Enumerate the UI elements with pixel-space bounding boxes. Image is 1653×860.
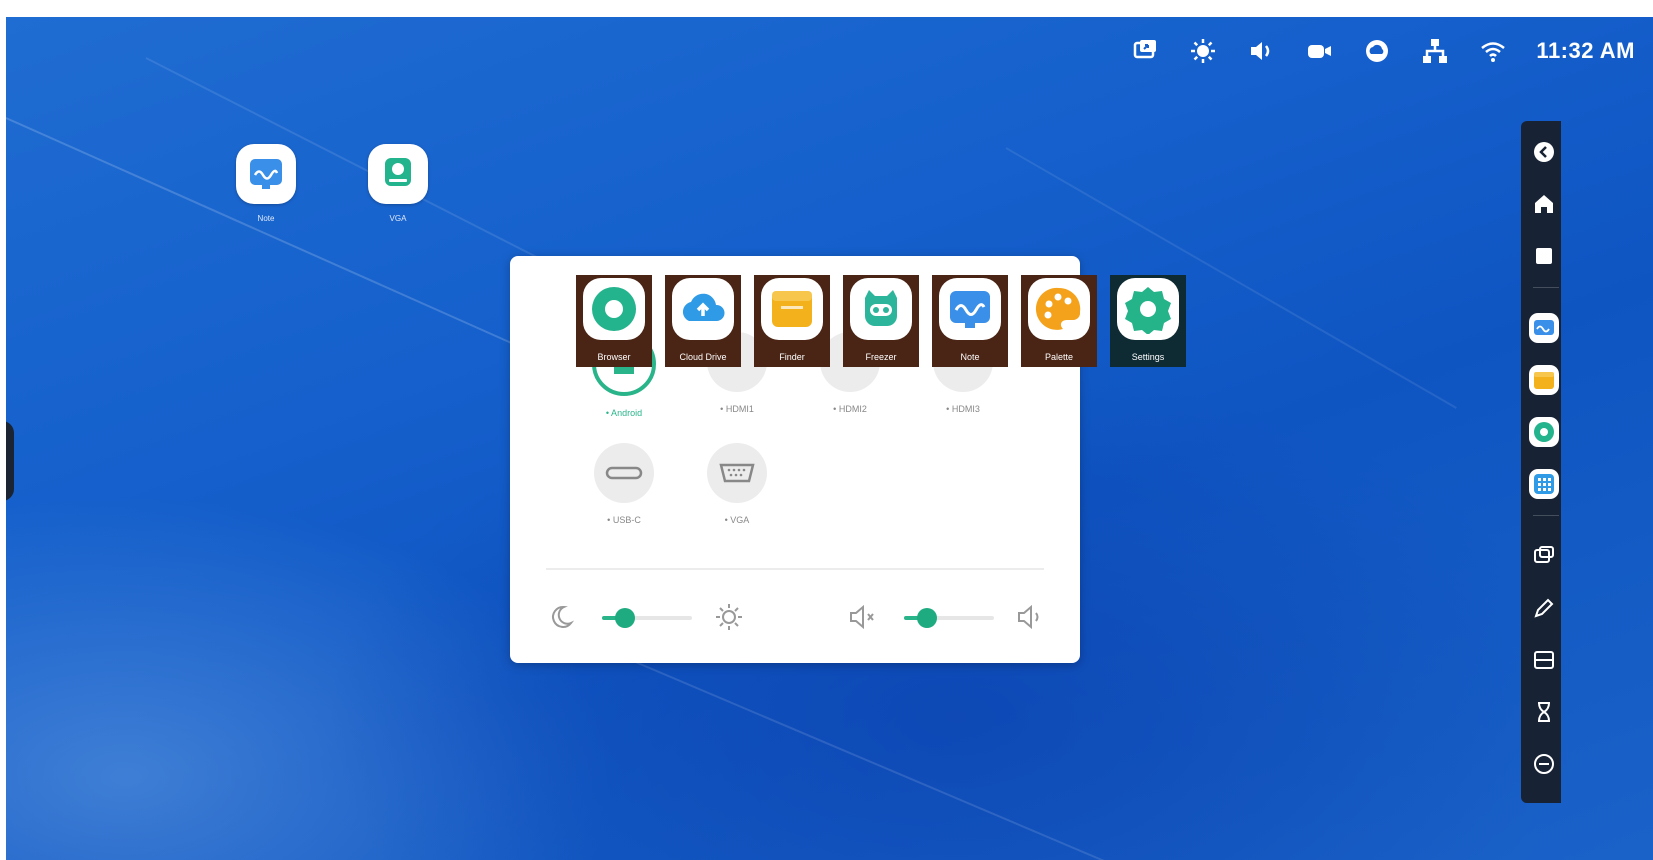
app-finder[interactable]: Finder xyxy=(754,275,830,367)
wifi-icon[interactable] xyxy=(1478,36,1508,66)
network-icon[interactable] xyxy=(1420,36,1450,66)
desktop-icon-label: Note xyxy=(257,214,275,223)
note-icon xyxy=(939,278,1001,340)
dock-separator xyxy=(1533,515,1559,516)
app-label: Finder xyxy=(779,352,805,362)
brightness-slider[interactable] xyxy=(602,608,692,628)
volume-slider[interactable] xyxy=(904,608,994,628)
browser-icon xyxy=(583,278,645,340)
source-label: • USB-C xyxy=(607,515,641,525)
app-settings[interactable]: Settings xyxy=(1110,275,1186,367)
cloud-drive-icon xyxy=(672,278,734,340)
source-vga[interactable]: • VGA xyxy=(687,443,787,525)
source-usb-c[interactable]: • USB-C xyxy=(574,443,674,525)
source-label: • Android xyxy=(605,408,643,418)
screenshot-icon[interactable] xyxy=(1529,645,1559,675)
app-cloud-drive[interactable]: Cloud Drive xyxy=(665,275,741,367)
left-drawer-handle[interactable] xyxy=(6,421,14,501)
annotate-icon[interactable] xyxy=(1529,593,1559,623)
app-label: Freezer xyxy=(865,352,897,362)
desktop-icon-vga[interactable]: VGA xyxy=(365,144,431,223)
note-icon[interactable] xyxy=(1529,313,1559,343)
vga-input-icon xyxy=(368,144,428,204)
vga-port-icon xyxy=(707,443,767,503)
desktop-icon-label: VGA xyxy=(389,214,407,223)
finder-icon[interactable] xyxy=(1529,365,1559,395)
status-bar: 11:32 AM xyxy=(1130,33,1635,69)
dock-separator xyxy=(1533,287,1559,288)
volume-slider-knob[interactable] xyxy=(916,608,937,628)
right-dock xyxy=(1521,121,1561,803)
source-label: • HDMI2 xyxy=(833,404,867,414)
sun-icon xyxy=(712,600,746,634)
brightness-icon[interactable] xyxy=(1188,36,1218,66)
screen-share-icon[interactable] xyxy=(1529,541,1559,571)
panel-divider xyxy=(546,568,1044,570)
app-label: Browser xyxy=(597,352,631,362)
home-icon[interactable] xyxy=(1529,189,1559,219)
all-apps-icon[interactable] xyxy=(1529,469,1559,499)
screen-share-icon[interactable] xyxy=(1130,36,1160,66)
freezer-icon xyxy=(850,278,912,340)
brightness-slider-knob[interactable] xyxy=(614,608,635,628)
volume-icon[interactable] xyxy=(1246,36,1276,66)
app-label: Cloud Drive xyxy=(679,352,727,362)
desktop-wallpaper: 11:32 AM Note VGA • Android • HDMI1 • HD… xyxy=(6,17,1653,860)
app-browser[interactable]: Browser xyxy=(576,275,652,367)
app-label: Palette xyxy=(1044,352,1074,362)
finder-icon xyxy=(761,278,823,340)
moon-icon xyxy=(544,600,578,634)
app-note[interactable]: Note xyxy=(932,275,1008,367)
source-label: • VGA xyxy=(724,515,750,525)
camera-icon[interactable] xyxy=(1304,36,1334,66)
app-freezer[interactable]: Freezer xyxy=(843,275,919,367)
mute-icon xyxy=(846,600,880,634)
clock: 11:32 AM xyxy=(1536,38,1635,63)
desktop-icon-note[interactable]: Note xyxy=(233,144,299,223)
source-label: • HDMI1 xyxy=(720,404,754,414)
recent-apps-icon[interactable] xyxy=(1529,241,1559,271)
wallpaper-streak xyxy=(625,657,1142,860)
back-icon[interactable] xyxy=(1529,137,1559,167)
more-icon[interactable] xyxy=(1529,749,1559,779)
source-label: • HDMI3 xyxy=(946,404,980,414)
settings-icon xyxy=(1117,278,1179,340)
app-strip: Browser Cloud Drive Finder Freezer Note xyxy=(576,275,1186,367)
app-palette[interactable]: Palette xyxy=(1021,275,1097,367)
palette-icon xyxy=(1028,278,1090,340)
note-app-icon xyxy=(236,144,296,204)
timer-icon[interactable] xyxy=(1529,697,1559,727)
volume-up-icon xyxy=(1014,600,1048,634)
app-label: Note xyxy=(960,352,980,362)
cloud-sync-icon[interactable] xyxy=(1362,36,1392,66)
app-label: Settings xyxy=(1131,352,1165,362)
usb-c-icon xyxy=(594,443,654,503)
browser-icon[interactable] xyxy=(1529,417,1559,447)
